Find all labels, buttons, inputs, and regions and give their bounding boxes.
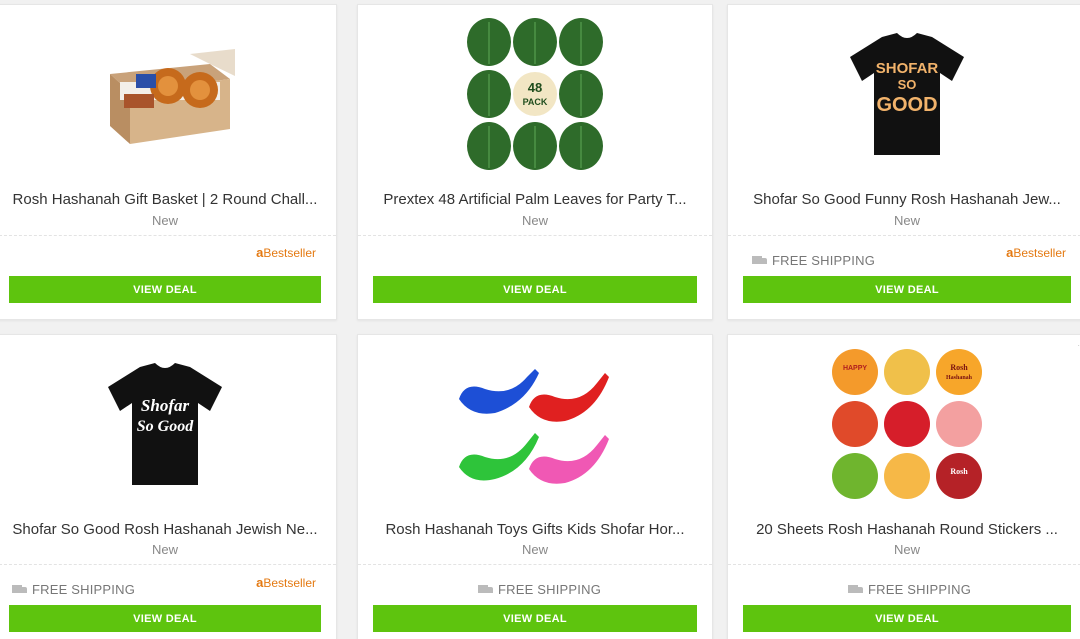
product-image[interactable] (358, 343, 712, 505)
truck-icon (752, 255, 768, 266)
product-title[interactable]: Rosh Hashanah Gift Basket | 2 Round Chal… (10, 191, 320, 208)
product-image[interactable]: SHOFAR SO GOOD (728, 13, 1080, 175)
product-title[interactable]: 20 Sheets Rosh Hashanah Round Stickers .… (744, 521, 1070, 538)
svg-text:So Good: So Good (137, 418, 194, 435)
product-title[interactable]: Shofar So Good Funny Rosh Hashanah Jew..… (744, 191, 1070, 208)
tshirt-image: Shofar So Good (108, 363, 222, 485)
view-deal-button[interactable]: VIEW DEAL (373, 605, 697, 632)
svg-text:Hashanah: Hashanah (946, 375, 973, 381)
truck-icon (12, 584, 28, 595)
palm-leaves-image: 48 PACK (467, 18, 603, 170)
product-card[interactable]: Rosh Hashanah Gift Basket | 2 Round Chal… (0, 4, 337, 320)
gift-basket-image (110, 49, 235, 144)
free-shipping-label: FREE SHIPPING (12, 582, 135, 597)
tshirt-image: SHOFAR SO GOOD (850, 33, 964, 155)
divider (0, 235, 336, 236)
product-title[interactable]: Prextex 48 Artificial Palm Leaves for Pa… (374, 191, 696, 208)
divider (0, 564, 336, 565)
badge-label: Bestseller (263, 246, 316, 260)
svg-text:SHOFAR: SHOFAR (876, 60, 939, 77)
product-condition: New (521, 542, 548, 557)
product-image[interactable] (0, 13, 336, 175)
view-deal-button[interactable]: VIEW DEAL (9, 605, 321, 632)
product-condition: New (521, 213, 548, 228)
shofar-toys-image (459, 369, 609, 484)
product-image[interactable]: HAPPY Rosh Hashanah Rosh (728, 343, 1080, 505)
stickers-image: HAPPY Rosh Hashanah Rosh (832, 349, 982, 499)
svg-text:Shofar: Shofar (141, 396, 190, 415)
badge-label: Bestseller (1013, 246, 1066, 260)
product-title[interactable]: Shofar So Good Rosh Hashanah Jewish Ne..… (10, 521, 320, 538)
svg-text:PACK: PACK (523, 97, 548, 107)
svg-text:Rosh: Rosh (950, 363, 968, 372)
divider (728, 564, 1080, 565)
view-deal-button[interactable]: VIEW DEAL (743, 276, 1071, 303)
divider (358, 235, 712, 236)
view-deal-button[interactable]: VIEW DEAL (373, 276, 697, 303)
pack-label: 48 (528, 80, 542, 95)
product-card[interactable]: Rosh Hashanah Toys Gifts Kids Shofar Hor… (357, 334, 713, 639)
truck-icon (478, 584, 494, 595)
svg-text:GOOD: GOOD (876, 94, 937, 116)
svg-text:SO: SO (898, 77, 917, 92)
product-condition: New (893, 542, 920, 557)
product-card[interactable]: · HAPPY Rosh Hashanah Rosh 20 Sheets Ros… (727, 334, 1080, 639)
svg-text:Rosh: Rosh (950, 467, 968, 476)
svg-text:HAPPY: HAPPY (843, 365, 867, 372)
product-title[interactable]: Rosh Hashanah Toys Gifts Kids Shofar Hor… (374, 521, 696, 538)
product-condition: New (151, 542, 178, 557)
product-image[interactable]: Shofar So Good (0, 343, 336, 505)
product-image[interactable]: 48 PACK (358, 13, 712, 175)
free-shipping-label: FREE SHIPPING (848, 582, 971, 597)
product-condition: New (893, 213, 920, 228)
bestseller-badge: aBestseller (256, 575, 316, 590)
product-card[interactable]: Shofar So Good Shofar So Good Rosh Hasha… (0, 334, 337, 639)
truck-icon (848, 584, 864, 595)
free-shipping-label: FREE SHIPPING (478, 582, 601, 597)
product-card[interactable]: 48 PACK Prextex 48 Artificial Palm Leave… (357, 4, 713, 320)
product-card[interactable]: SHOFAR SO GOOD Shofar So Good Funny Rosh… (727, 4, 1080, 320)
badge-label: Bestseller (263, 576, 316, 590)
bestseller-badge: aBestseller (256, 245, 316, 260)
bestseller-badge: aBestseller (1006, 245, 1066, 260)
divider (358, 564, 712, 565)
free-shipping-label: FREE SHIPPING (752, 253, 875, 268)
view-deal-button[interactable]: VIEW DEAL (743, 605, 1071, 632)
view-deal-button[interactable]: VIEW DEAL (9, 276, 321, 303)
divider (728, 235, 1080, 236)
product-condition: New (151, 213, 178, 228)
